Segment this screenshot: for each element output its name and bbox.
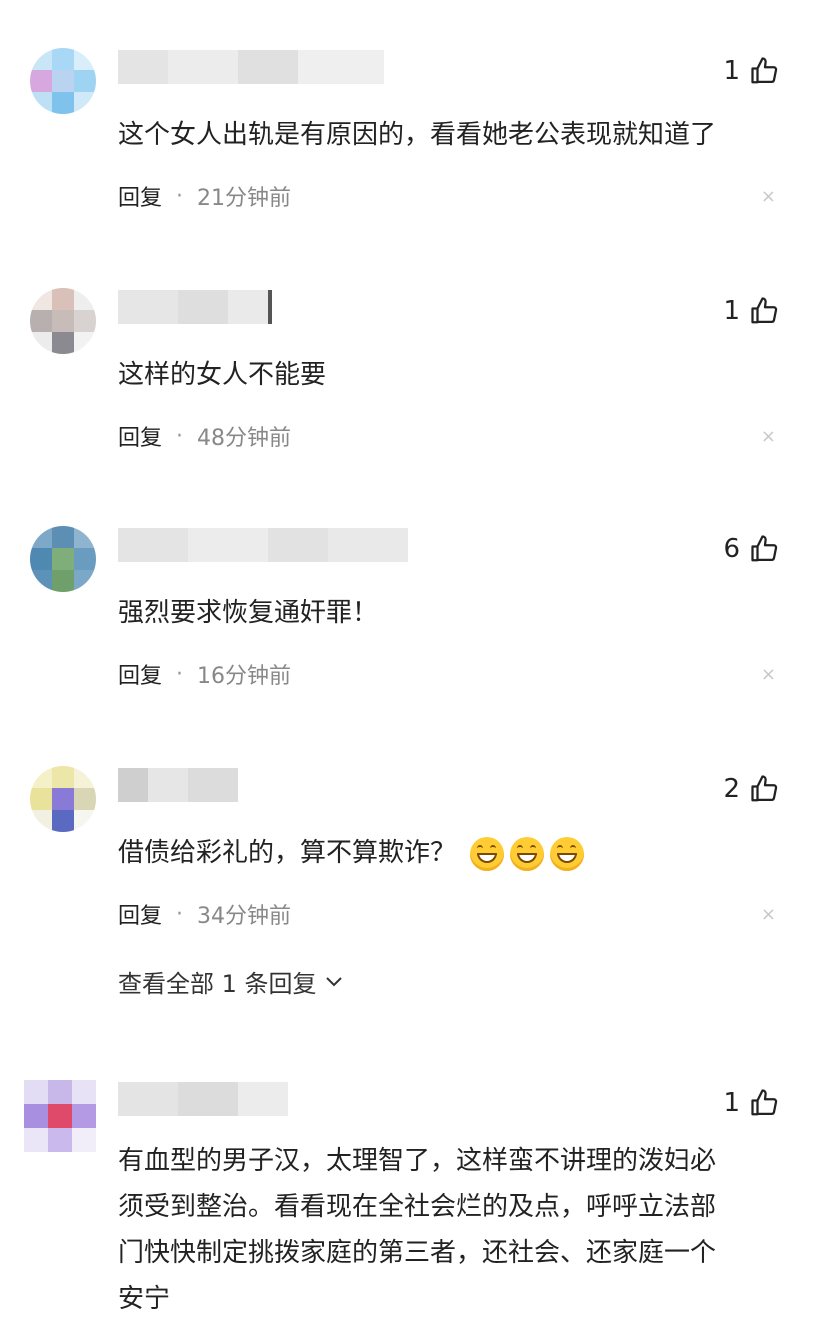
avatar[interactable] <box>30 526 96 592</box>
thumbs-up-icon <box>751 775 778 802</box>
separator: · <box>176 661 184 687</box>
grin-emoji-icon <box>550 836 585 871</box>
comment-meta: 回复 · 16分钟前 <box>118 658 291 690</box>
comment-text: 这个女人出轨是有原因的，看看她老公表现就知道了 <box>118 120 717 150</box>
username-blurred[interactable] <box>118 290 272 324</box>
like-count: 1 <box>723 296 740 326</box>
comment-text-line: 有血型的男子汉，太理智了，这样蛮不讲理的泼妇必 <box>118 1146 717 1176</box>
comment-text: 这样的女人不能要 <box>118 360 327 390</box>
username-blurred[interactable] <box>118 50 384 84</box>
like-count: 1 <box>723 56 740 86</box>
username-blurred[interactable] <box>118 528 408 562</box>
username-blurred[interactable] <box>118 768 238 802</box>
comment-text-line: 安宁 <box>118 1284 171 1314</box>
comment-text-line: 须受到整治。看看现在全社会烂的及点，呼呼立法部 <box>118 1192 717 1222</box>
comment-text: 借债给彩礼的，算不算欺诈？ <box>118 830 778 876</box>
thumbs-up-icon <box>751 297 778 324</box>
close-icon[interactable]: × <box>761 426 776 447</box>
reply-button[interactable]: 回复 <box>118 898 162 930</box>
timestamp: 16分钟前 <box>197 664 292 689</box>
timestamp: 34分钟前 <box>197 904 292 929</box>
separator: · <box>176 901 184 927</box>
separator: · <box>176 423 184 449</box>
view-all-replies-label: 查看全部 1 条回复 <box>118 970 317 998</box>
comment-meta: 回复 · 48分钟前 <box>118 420 291 452</box>
reply-button[interactable]: 回复 <box>118 180 162 212</box>
like-button[interactable]: 1 <box>723 1088 780 1118</box>
thumbs-up-icon <box>751 535 778 562</box>
separator: · <box>176 183 184 209</box>
avatar[interactable] <box>30 48 96 114</box>
timestamp: 21分钟前 <box>197 186 292 211</box>
view-all-replies-button[interactable]: 查看全部 1 条回复 <box>118 964 343 999</box>
like-count: 2 <box>723 774 740 804</box>
like-button[interactable]: 1 <box>723 296 780 326</box>
like-count: 1 <box>723 1088 740 1118</box>
comment-text-line: 门快快制定挑拨家庭的第三者，还社会、还家庭一个 <box>118 1238 717 1268</box>
like-count: 6 <box>723 534 740 564</box>
close-icon[interactable]: × <box>761 904 776 925</box>
chevron-down-icon <box>325 976 342 986</box>
like-button[interactable]: 1 <box>723 56 780 86</box>
like-button[interactable]: 2 <box>723 774 780 804</box>
avatar[interactable] <box>30 766 96 832</box>
timestamp: 48分钟前 <box>197 426 292 451</box>
avatar[interactable] <box>30 288 96 354</box>
reply-button[interactable]: 回复 <box>118 420 162 452</box>
thumbs-up-icon <box>751 57 778 84</box>
comment-text: 有血型的男子汉，太理智了，这样蛮不讲理的泼妇必 须受到整治。看看现在全社会烂的及… <box>118 1138 778 1322</box>
like-button[interactable]: 6 <box>723 534 780 564</box>
close-icon[interactable]: × <box>761 664 776 685</box>
avatar[interactable] <box>24 1080 96 1152</box>
comment-meta: 回复 · 21分钟前 <box>118 180 291 212</box>
grin-emoji-icon <box>470 836 505 871</box>
comment-text: 强烈要求恢复通奸罪！ <box>118 598 379 628</box>
thumbs-up-icon <box>751 1089 778 1116</box>
reply-button[interactable]: 回复 <box>118 658 162 690</box>
comment-text-content: 借债给彩礼的，算不算欺诈？ <box>118 838 457 868</box>
close-icon[interactable]: × <box>761 186 776 207</box>
username-blurred[interactable] <box>118 1082 288 1116</box>
grin-emoji-icon <box>510 836 545 871</box>
comment-meta: 回复 · 34分钟前 <box>118 898 291 930</box>
